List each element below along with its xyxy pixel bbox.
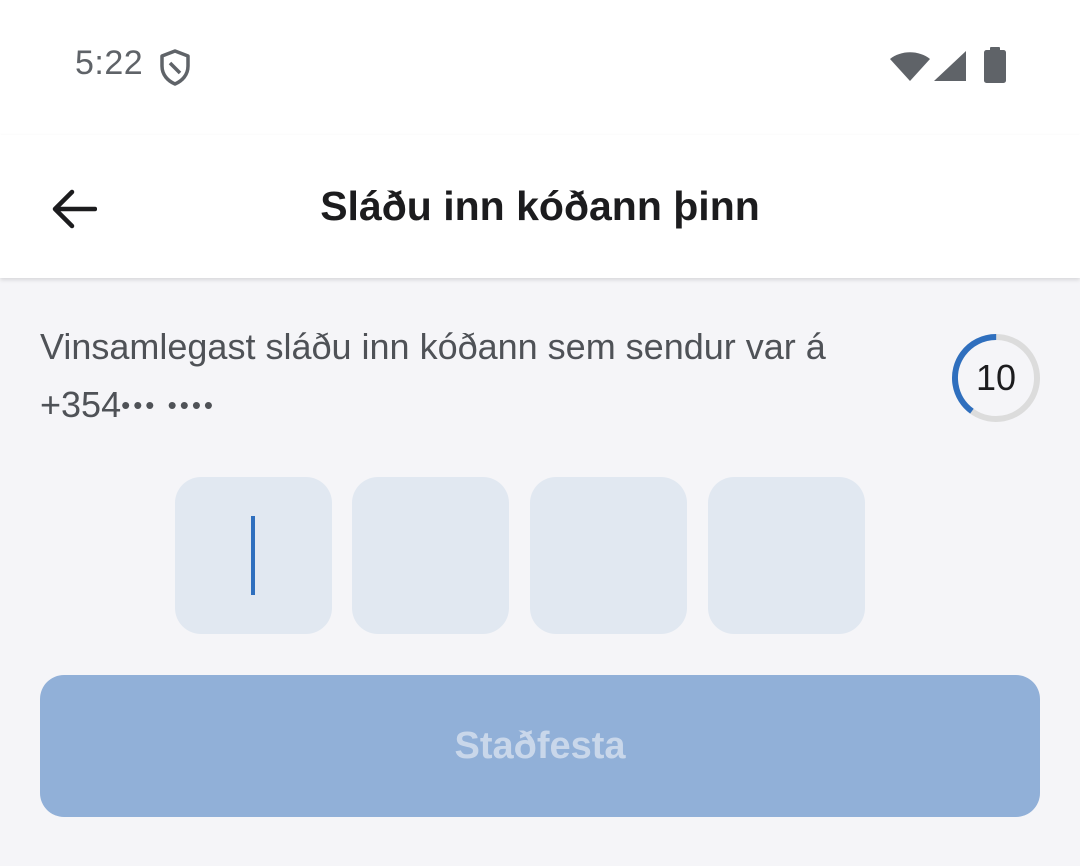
code-digit-4[interactable] [708, 477, 865, 634]
status-time: 5:22 [75, 44, 144, 82]
text-caret [251, 516, 255, 595]
instruction-label: Vinsamlegast sláðu inn kóðann sem sendur… [40, 326, 826, 367]
phone-prefix: +354 [40, 384, 122, 425]
confirm-button[interactable]: Staðfesta [40, 675, 1040, 817]
main-content: Vinsamlegast sláðu inn kóðann sem sendur… [0, 278, 1080, 866]
app-bar: Sláðu inn kóðann þinn [0, 135, 1080, 278]
phone-masked: ••• •••• [121, 390, 217, 420]
code-digit-2[interactable] [352, 477, 509, 634]
instruction-text: Vinsamlegast sláðu inn kóðann sem sendur… [40, 318, 900, 434]
code-input-row [175, 477, 865, 634]
code-digit-3[interactable] [530, 477, 687, 634]
battery-icon [984, 47, 1006, 83]
code-digit-1[interactable] [175, 477, 332, 634]
countdown-timer: 10 [950, 332, 1042, 424]
signal-icon [934, 51, 966, 81]
wifi-icon [890, 52, 930, 81]
countdown-value: 10 [975, 357, 1017, 398]
shield-icon [160, 49, 190, 86]
page-title: Sláðu inn kóðann þinn [320, 183, 760, 229]
status-bar: 5:22 [0, 0, 1080, 135]
